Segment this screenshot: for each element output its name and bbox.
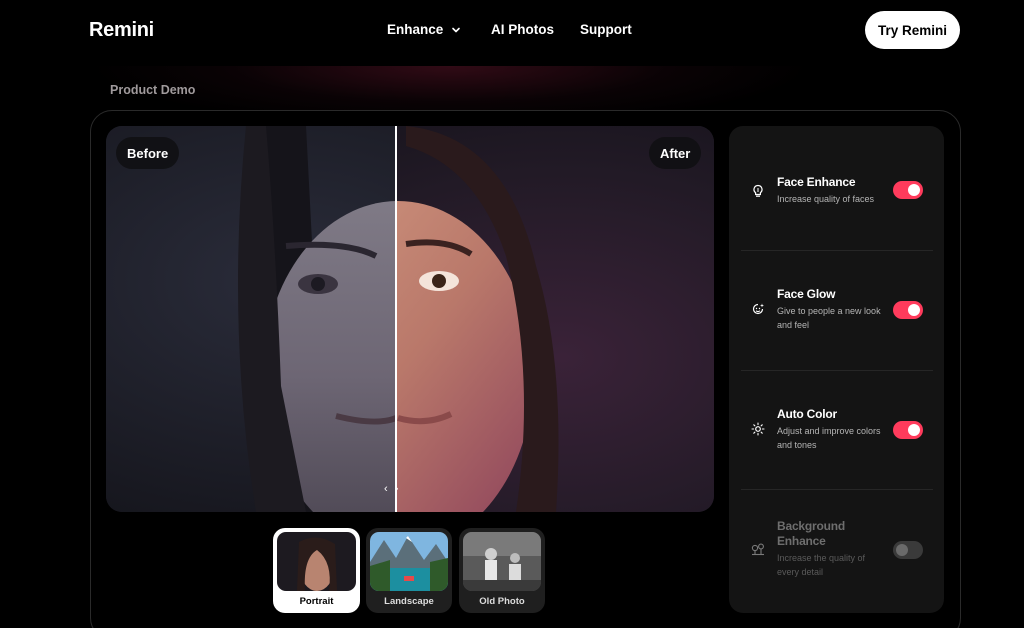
option-background-enhance-title: Background Enhance (777, 519, 846, 548)
auto-color-toggle[interactable] (893, 421, 923, 439)
old-photo-thumbnail-image (463, 532, 541, 591)
option-face-enhance-desc: Increase quality of faces (777, 194, 875, 204)
compare-slider-handle[interactable]: ‹ › (384, 483, 400, 495)
landscape-thumbnail-image (370, 532, 448, 591)
option-auto-color-title: Auto Color (777, 407, 837, 421)
trees-icon (751, 543, 764, 556)
thumbnail-old-photo-label: Old Photo (479, 596, 525, 607)
option-background-enhance-desc: Increase the quality of every detail (777, 553, 866, 577)
lightbulb-icon (753, 184, 763, 197)
sun-icon (751, 422, 765, 436)
nav-ai-photos-label: AI Photos (491, 22, 554, 37)
before-label: Before (116, 137, 180, 169)
thumbnail-old-photo[interactable]: Old Photo (459, 528, 545, 613)
toggle-knob (908, 424, 920, 436)
portrait-thumbnail-image (277, 532, 356, 591)
try-remini-button[interactable]: Try Remini (865, 11, 960, 49)
toggle-knob (908, 184, 920, 196)
site-header: Remini Enhance AI Photos Support Try Rem… (0, 0, 1024, 66)
nav-enhance[interactable]: Enhance (387, 22, 462, 37)
thumbnail-portrait-label: Portrait (299, 596, 334, 607)
nav-ai-photos[interactable]: AI Photos (491, 22, 554, 37)
after-label: After (649, 137, 702, 169)
face-enhance-toggle[interactable] (893, 181, 923, 199)
option-auto-color-desc: Adjust and improve colors and tones (777, 426, 881, 450)
option-divider (741, 370, 933, 371)
enhancement-options-panel: Face Enhance Increase quality of faces F… (729, 126, 944, 613)
thumbnail-portrait[interactable]: Portrait (273, 528, 360, 613)
face-glow-toggle[interactable] (893, 301, 923, 319)
toggle-knob (908, 304, 920, 316)
nav-enhance-label: Enhance (387, 22, 444, 37)
option-face-glow-title: Face Glow (777, 287, 836, 301)
option-face-enhance-title: Face Enhance (777, 175, 856, 189)
background-enhance-toggle[interactable] (893, 541, 923, 559)
option-divider (741, 250, 933, 251)
before-after-compare[interactable] (106, 126, 714, 512)
thumbnail-landscape[interactable]: Landscape (366, 528, 452, 613)
nav-support-label: Support (580, 22, 632, 37)
section-title: Product Demo (110, 83, 196, 97)
option-divider (741, 489, 933, 490)
option-face-glow-desc: Give to people a new look and feel (777, 306, 881, 330)
nav-support[interactable]: Support (580, 22, 632, 37)
portrait-image (106, 126, 714, 512)
chevron-down-icon (452, 27, 461, 32)
logo[interactable]: Remini (89, 19, 154, 42)
glow-icon (752, 303, 764, 315)
toggle-knob (896, 544, 908, 556)
thumbnail-landscape-label: Landscape (384, 596, 434, 607)
